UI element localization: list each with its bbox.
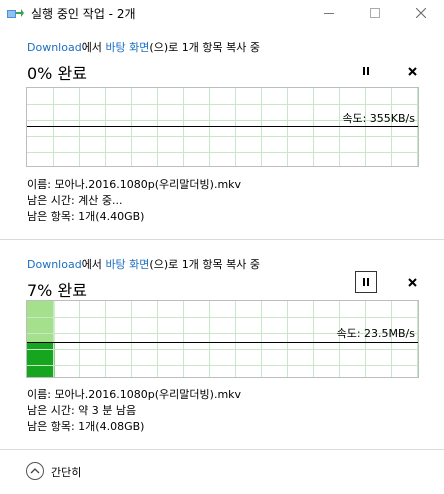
progress-speed-area xyxy=(27,343,55,377)
title-bar: 실행 중인 작업 - 2개 xyxy=(0,0,444,26)
close-icon xyxy=(407,66,417,76)
items-remaining: 남은 항목: 1개(4.08GB) xyxy=(27,420,145,433)
speed-graph: 속도: 355KB/s xyxy=(26,87,419,167)
pause-icon xyxy=(363,67,369,75)
items-remaining: 남은 항목: 1개(4.40GB) xyxy=(27,210,145,223)
speed-graph: 속도: 23.5MB/s xyxy=(26,300,419,378)
close-icon xyxy=(416,8,426,18)
transfer-item-2: Download에서 바탕 화면(으)로 1개 항목 복사 중 7% 완료 속도… xyxy=(0,248,444,448)
footer: 간단히 xyxy=(0,452,444,494)
desc-mid: 에서 xyxy=(81,258,106,271)
transfer-description: Download에서 바탕 화면(으)로 1개 항목 복사 중 xyxy=(27,39,260,55)
graph-canvas xyxy=(27,88,418,166)
source-link[interactable]: Download xyxy=(27,258,82,271)
collapse-button[interactable] xyxy=(26,462,44,480)
section-divider xyxy=(0,239,444,240)
section-divider xyxy=(0,449,444,450)
minimize-button[interactable] xyxy=(306,0,352,26)
percent-complete: 0% 완료 xyxy=(27,64,87,83)
destination-link[interactable]: 바탕 화면 xyxy=(105,258,149,271)
percent-complete: 7% 완료 xyxy=(27,281,87,300)
destination-link[interactable]: 바탕 화면 xyxy=(105,41,149,54)
transfer-description: Download에서 바탕 화면(으)로 1개 항목 복사 중 xyxy=(27,256,260,272)
collapse-label[interactable]: 간단히 xyxy=(51,464,81,480)
time-remaining: 남은 시간: 약 3 분 남음 xyxy=(27,404,137,417)
maximize-icon xyxy=(370,8,380,18)
desc-tail: (으)로 1개 항목 복사 중 xyxy=(149,258,260,271)
chevron-up-icon xyxy=(30,468,40,474)
time-remaining: 남은 시간: 계산 중... xyxy=(27,194,123,207)
speed-label: 속도: 355KB/s xyxy=(342,112,415,125)
source-link[interactable]: Download xyxy=(27,41,82,54)
file-name: 이름: 모아나.2016.1080p(우리말더빙).mkv xyxy=(27,388,242,401)
transfer-item-1: Download에서 바탕 화면(으)로 1개 항목 복사 중 0% 완료 속도… xyxy=(0,31,444,238)
maximize-button[interactable] xyxy=(352,0,398,26)
cancel-button[interactable] xyxy=(401,271,423,293)
minimize-icon xyxy=(324,12,334,14)
close-window-button[interactable] xyxy=(398,0,444,26)
file-copy-icon xyxy=(7,9,24,18)
pause-button[interactable] xyxy=(355,271,377,293)
desc-mid: 에서 xyxy=(81,41,106,54)
speed-label: 속도: 23.5MB/s xyxy=(336,327,415,340)
close-icon xyxy=(407,277,417,287)
cancel-button[interactable] xyxy=(401,60,423,82)
desc-tail: (으)로 1개 항목 복사 중 xyxy=(149,41,260,54)
pause-icon xyxy=(363,278,369,286)
pause-button[interactable] xyxy=(355,60,377,82)
window-title: 실행 중인 작업 - 2개 xyxy=(31,7,136,21)
file-name: 이름: 모아나.2016.1080p(우리말더빙).mkv xyxy=(27,178,242,191)
